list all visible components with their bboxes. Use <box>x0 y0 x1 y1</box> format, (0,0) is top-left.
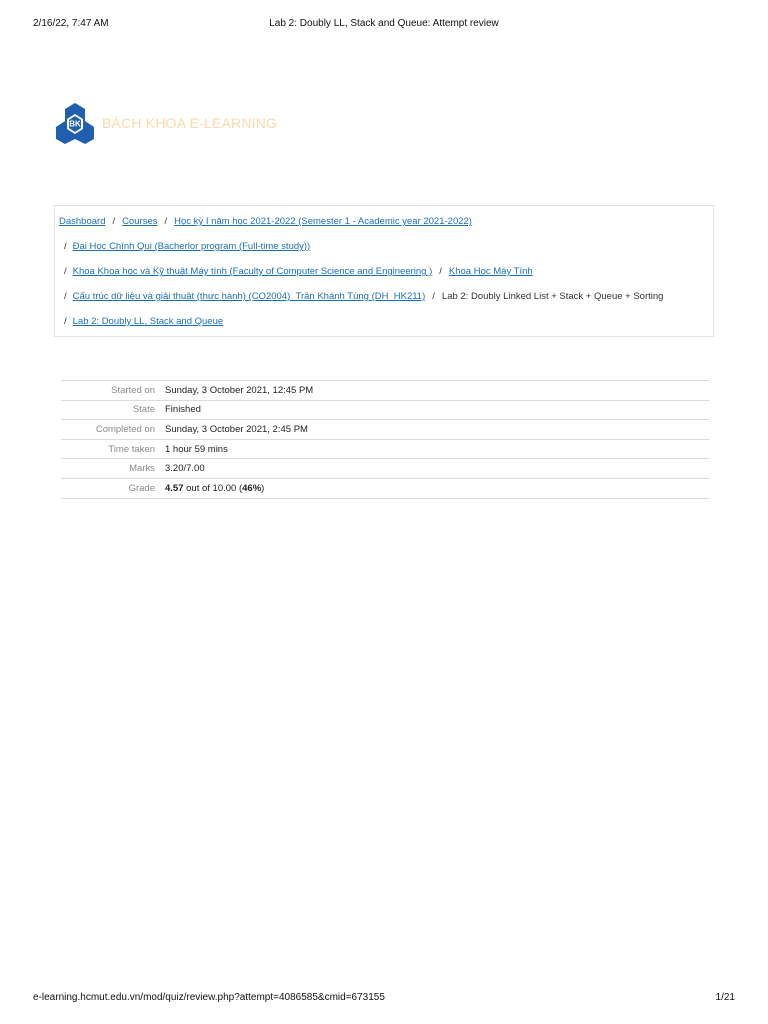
summary-row-completed-on: Completed on Sunday, 3 October 2021, 2:4… <box>61 419 709 440</box>
grade-close: ) <box>261 482 265 494</box>
breadcrumb-item-program[interactable]: Đại Học Chính Qui (Bacherlor program (Fu… <box>73 241 311 252</box>
summary-label: Started on <box>61 380 165 401</box>
summary-value: Finished <box>165 399 709 420</box>
summary-value: Sunday, 3 October 2021, 12:45 PM <box>165 380 709 401</box>
grade-out-of: out of 10.00 ( <box>183 482 243 494</box>
breadcrumb: Dashboard / Courses / Học kỳ I năm học 2021-… <box>54 205 714 337</box>
summary-row-started-on: Started on Sunday, 3 October 2021, 12:45… <box>61 380 709 401</box>
print-header: 2/16/22, 7:47 AM Lab 2: Doubly LL, Stack… <box>33 18 735 32</box>
grade-percent: 46% <box>242 482 262 494</box>
summary-label: Time taken <box>61 438 165 459</box>
breadcrumb-item-semester[interactable]: Học kỳ I năm học 2021-2022 (Semester 1 -… <box>174 216 472 227</box>
breadcrumb-separator: / <box>439 266 442 277</box>
breadcrumb-item-faculty[interactable]: Khoa Khoa học và Kỹ thuật Máy tính (Facu… <box>73 266 433 277</box>
breadcrumb-separator: / <box>64 266 67 277</box>
breadcrumb-separator: / <box>64 291 67 302</box>
breadcrumb-separator: / <box>432 291 435 302</box>
attempt-summary-table: Started on Sunday, 3 October 2021, 12:45… <box>61 380 709 499</box>
print-document-title: Lab 2: Doubly LL, Stack and Queue: Attem… <box>269 18 499 29</box>
page-number: 1/21 <box>715 992 735 1003</box>
grade-score: 4.57 <box>165 482 184 494</box>
summary-row-state: State Finished <box>61 399 709 420</box>
breadcrumb-line: / Đại Học Chính Qui (Bacherlor program (F… <box>59 241 310 252</box>
breadcrumb-item-dashboard[interactable]: Dashboard <box>59 216 105 227</box>
brand-name: BÁCH KHOA E-LEARNING <box>102 115 278 131</box>
breadcrumb-line: / Lab 2: Doubly LL, Stack and Queue <box>59 316 223 327</box>
breadcrumb-item-department[interactable]: Khoa Học Máy Tính <box>449 266 533 277</box>
summary-label: Completed on <box>61 419 165 440</box>
breadcrumb-line: / Cấu trúc dữ liệu và giải thuật (thực hà… <box>59 291 663 302</box>
grade-value: 4.57 out of 10.00 (46%) <box>165 477 709 499</box>
summary-value: 3.20/7.00 <box>165 458 709 479</box>
summary-label: Marks <box>61 458 165 479</box>
print-footer: e-learning.hcmut.edu.vn/mod/quiz/review.… <box>33 992 735 1006</box>
breadcrumb-item-course[interactable]: Cấu trúc dữ liệu và giải thuật (thực hàn… <box>73 291 426 302</box>
breadcrumb-line: / Khoa Khoa học và Kỹ thuật Máy tính (Fac… <box>59 266 533 277</box>
summary-label: State <box>61 399 165 420</box>
breadcrumb-separator: / <box>64 316 67 327</box>
summary-value: Sunday, 3 October 2021, 2:45 PM <box>165 419 709 440</box>
breadcrumb-item-courses[interactable]: Courses <box>122 216 157 227</box>
breadcrumb-item-section: Lab 2: Doubly Linked List + Stack + Queu… <box>441 291 664 302</box>
summary-label: Grade <box>61 477 165 499</box>
breadcrumb-separator: / <box>164 216 168 227</box>
breadcrumb-separator: / <box>112 216 116 227</box>
summary-row-grade: Grade 4.57 out of 10.00 (46%) <box>61 477 709 499</box>
logo-badge-text: BK <box>69 120 81 129</box>
summary-value: 1 hour 59 mins <box>165 438 709 459</box>
site-logo[interactable]: BK BÁCH KHOA E-LEARNING <box>56 102 277 144</box>
breadcrumb-separator: / <box>64 241 67 252</box>
breadcrumb-item-quiz[interactable]: Lab 2: Doubly LL, Stack and Queue <box>73 316 224 327</box>
summary-row-marks: Marks 3.20/7.00 <box>61 458 709 479</box>
breadcrumb-line: Dashboard / Courses / Học kỳ I năm học 2021-… <box>59 216 472 227</box>
bk-hexagon-logo-icon: BK <box>56 103 94 144</box>
summary-row-time-taken: Time taken 1 hour 59 mins <box>61 438 709 459</box>
print-url: e-learning.hcmut.edu.vn/mod/quiz/review.… <box>33 992 385 1003</box>
